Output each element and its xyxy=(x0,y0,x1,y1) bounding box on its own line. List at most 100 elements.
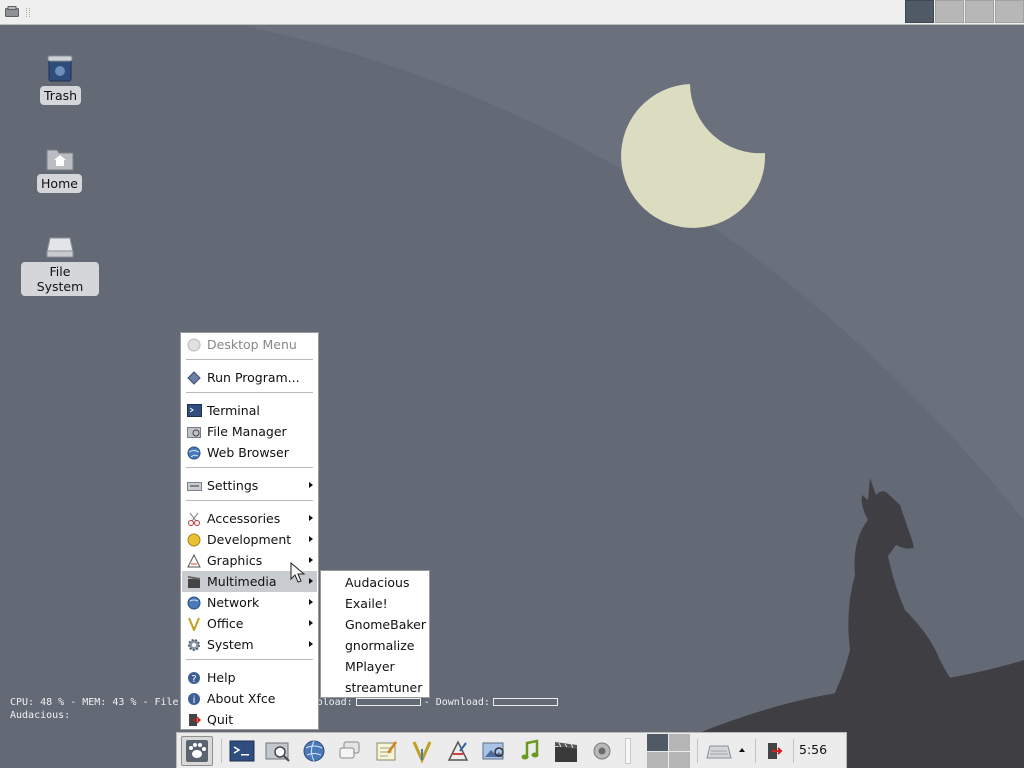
conky-audacious: Audacious: xyxy=(10,710,71,721)
drive-icon xyxy=(46,237,74,258)
svg-text:i: i xyxy=(193,695,196,706)
launcher-video-player[interactable] xyxy=(551,737,581,765)
terminal-icon xyxy=(229,740,255,762)
menu-item-web-browser[interactable]: Web Browser xyxy=(182,442,317,463)
desktop-icon-filesystem[interactable]: File System xyxy=(21,232,99,296)
panel-separator xyxy=(793,739,794,763)
menu-item-label: Run Program... xyxy=(207,370,300,385)
launcher-terminal[interactable] xyxy=(227,737,257,765)
trash-icon xyxy=(47,55,73,82)
menu-item-settings[interactable]: Settings xyxy=(182,475,317,496)
launcher-web-browser[interactable] xyxy=(299,737,329,765)
menu-item-help[interactable]: ? Help xyxy=(182,667,317,688)
desktop-icon-trash[interactable]: Trash xyxy=(40,52,82,105)
launcher-text-editor[interactable] xyxy=(371,737,401,765)
panel-separator xyxy=(221,739,222,763)
menu-item-system[interactable]: System xyxy=(182,634,317,655)
wallpaper xyxy=(0,25,1024,768)
submenu-item-gnormalize[interactable]: gnormalize xyxy=(322,635,428,656)
menu-header-label: Desktop Menu xyxy=(207,337,297,352)
tray-expand-arrow-icon[interactable] xyxy=(739,748,745,752)
upload-bar xyxy=(355,698,421,706)
workspace-2[interactable] xyxy=(669,734,690,751)
submenu-arrow-icon xyxy=(309,578,313,584)
submenu-item-gnomebaker[interactable]: GnomeBaker xyxy=(322,614,428,635)
menu-item-label: System xyxy=(207,637,254,652)
menu-item-file-manager[interactable]: File Manager xyxy=(182,421,317,442)
workspace-4[interactable] xyxy=(995,0,1024,23)
workspace-3[interactable] xyxy=(965,0,994,23)
menu-separator xyxy=(186,392,313,393)
download-bar xyxy=(492,698,558,706)
menu-item-office[interactable]: Office xyxy=(182,613,317,634)
submenu-arrow-icon xyxy=(309,482,313,488)
menu-item-network[interactable]: Network xyxy=(182,592,317,613)
desktop[interactable]: Trash Home File System CPU: 48 % - MEM: … xyxy=(0,0,1024,768)
conky-stats: CPU: 48 % - MEM: 43 % - File xyxy=(10,697,179,708)
multimedia-submenu: Audacious Exaile! GnomeBaker gnormalize … xyxy=(320,570,430,698)
launcher-music-player[interactable] xyxy=(515,737,545,765)
desktop-icon-home[interactable]: Home xyxy=(37,144,82,193)
launcher-office[interactable] xyxy=(407,737,437,765)
menu-item-about-xfce[interactable]: i About Xfce xyxy=(182,688,317,709)
panel-separator xyxy=(755,739,756,763)
menu-item-accessories[interactable]: Accessories xyxy=(182,508,317,529)
desktop-icon-label: Home xyxy=(37,174,82,193)
panel-handle[interactable] xyxy=(26,8,30,17)
network-icon xyxy=(186,595,202,611)
launcher-image-viewer[interactable] xyxy=(479,737,509,765)
show-desktop-icon[interactable] xyxy=(5,6,19,17)
xfce-menu-button[interactable] xyxy=(181,736,213,766)
workspace-3[interactable] xyxy=(647,752,668,768)
conky-download-label: - Download: xyxy=(423,697,490,708)
home-folder-icon xyxy=(46,149,73,171)
office-icon xyxy=(186,616,202,632)
gear-icon xyxy=(186,637,202,653)
menu-item-label: File Manager xyxy=(207,424,287,439)
globe-icon xyxy=(303,740,325,762)
menu-item-label: About Xfce xyxy=(207,691,276,706)
notepad-icon xyxy=(376,741,398,761)
submenu-item-exaile[interactable]: Exaile! xyxy=(322,593,428,614)
quit-icon xyxy=(186,712,202,728)
menu-header: Desktop Menu xyxy=(182,334,317,355)
submenu-item-streamtuner[interactable]: streamtuner xyxy=(322,677,428,698)
menu-item-label: Web Browser xyxy=(207,445,289,460)
menu-item-label: Development xyxy=(207,532,292,547)
submenu-item-audacious[interactable]: Audacious xyxy=(322,572,428,593)
workspace-1[interactable] xyxy=(905,0,934,23)
panel-separator xyxy=(697,739,698,763)
workspace-4[interactable] xyxy=(669,752,690,768)
launcher-volume[interactable] xyxy=(587,737,617,765)
menu-item-terminal[interactable]: Terminal xyxy=(182,400,317,421)
desktop-menu: Desktop Menu Run Program... Terminal Fil… xyxy=(180,332,319,730)
scissors-icon xyxy=(186,511,202,527)
launcher-graphics[interactable] xyxy=(443,737,473,765)
launcher-file-manager[interactable] xyxy=(263,737,293,765)
menu-separator xyxy=(186,500,313,501)
clock[interactable]: 5:56 xyxy=(799,742,827,757)
run-icon xyxy=(186,370,202,386)
menu-item-quit[interactable]: Quit xyxy=(182,709,317,730)
submenu-item-mplayer[interactable]: MPlayer xyxy=(322,656,428,677)
desktop-icon-label: File System xyxy=(21,262,99,296)
menu-item-label: Multimedia xyxy=(207,574,277,589)
submenu-arrow-icon xyxy=(309,515,313,521)
keyboard-layout-button[interactable] xyxy=(704,737,734,765)
panel-handle[interactable] xyxy=(625,738,631,764)
submenu-arrow-icon xyxy=(309,557,313,563)
workspace-2[interactable] xyxy=(935,0,964,23)
logout-button[interactable] xyxy=(759,737,789,765)
moon-shape xyxy=(621,84,766,228)
settings-icon xyxy=(186,478,202,494)
speaker-icon xyxy=(593,742,611,760)
menu-separator xyxy=(186,467,313,468)
menu-item-development[interactable]: Development xyxy=(182,529,317,550)
menu-item-run-program[interactable]: Run Program... xyxy=(182,367,317,388)
workspace-1[interactable] xyxy=(647,734,668,751)
menu-item-label: Network xyxy=(207,595,260,610)
menu-separator xyxy=(186,659,313,660)
submenu-arrow-icon xyxy=(309,599,313,605)
menu-separator xyxy=(186,359,313,360)
launcher-chat[interactable] xyxy=(335,737,365,765)
